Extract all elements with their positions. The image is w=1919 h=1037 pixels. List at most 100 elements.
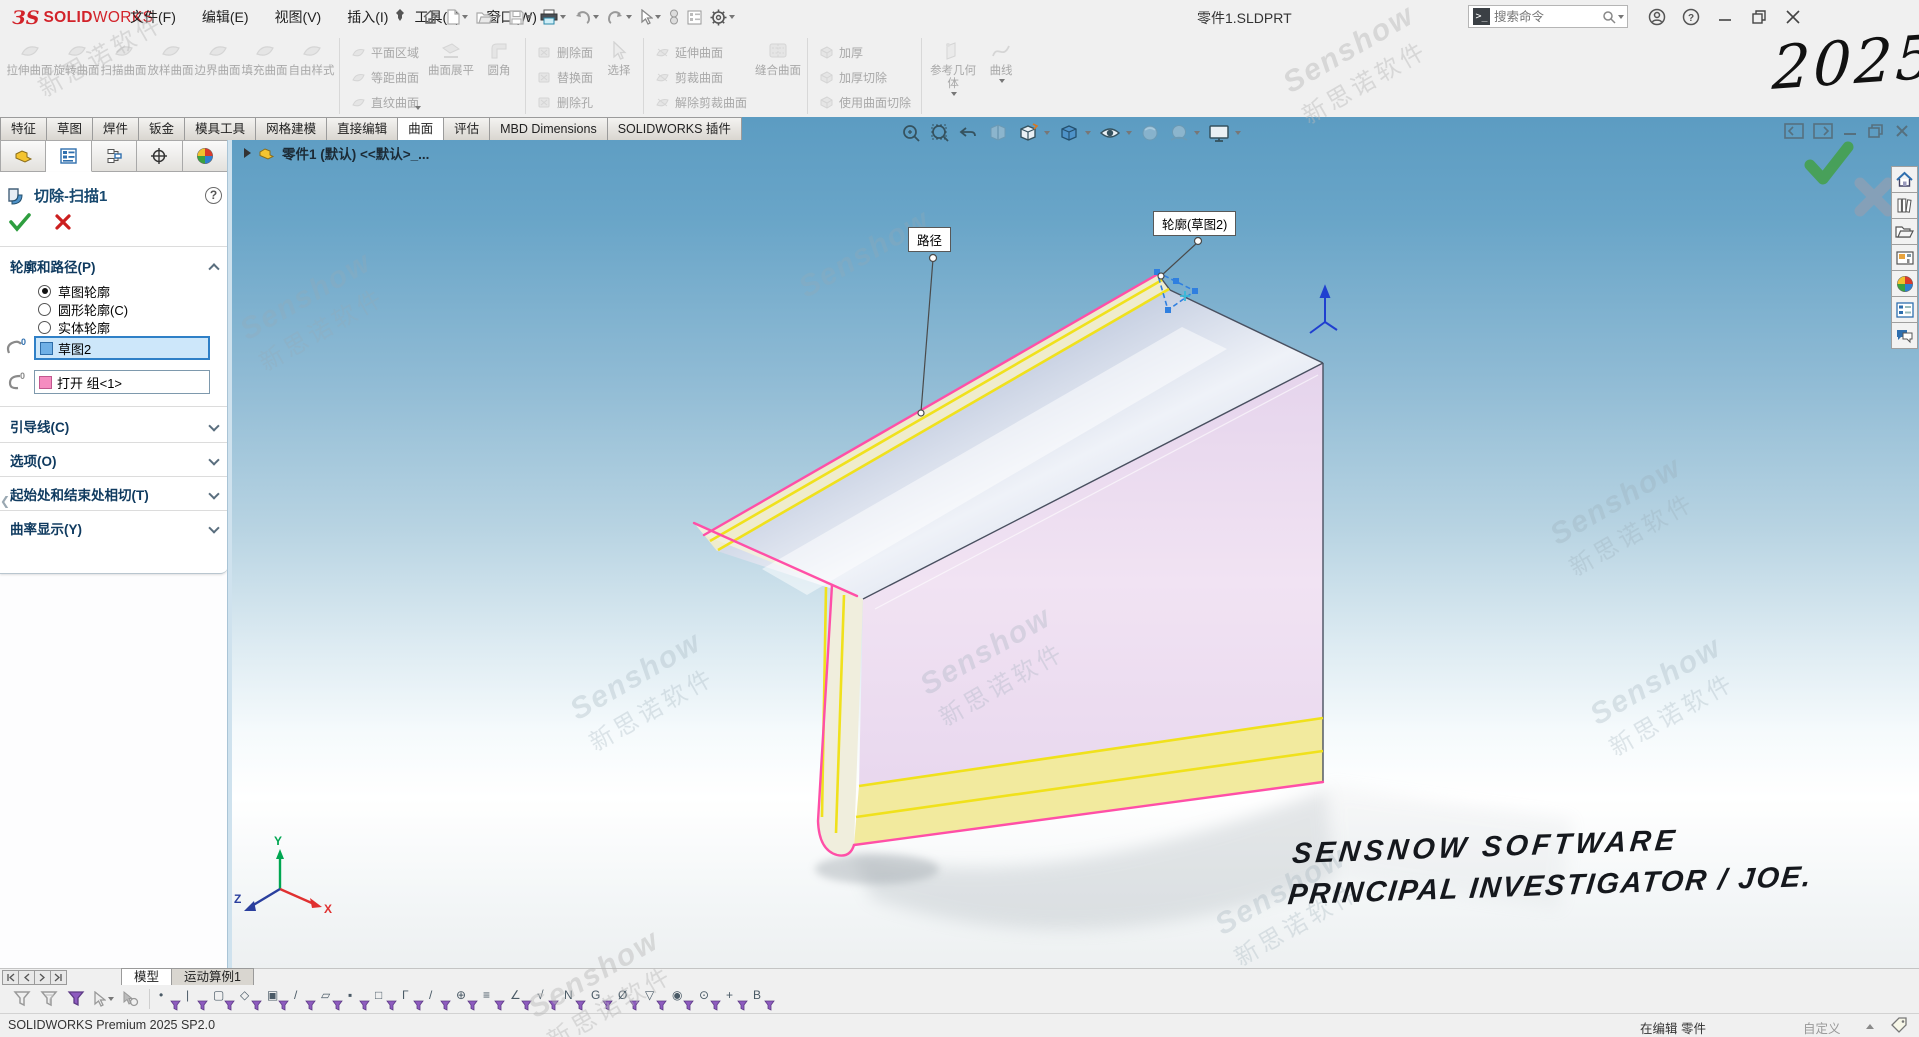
doc-restore-icon[interactable] xyxy=(1867,123,1885,142)
filter-multiple-icon[interactable] xyxy=(37,987,61,1011)
minimize-button[interactable] xyxy=(1708,2,1742,32)
command-tab[interactable]: 曲面 xyxy=(397,117,444,140)
radio-icon[interactable] xyxy=(38,321,51,334)
cancel-button[interactable] xyxy=(54,213,72,231)
file-explorer-icon[interactable] xyxy=(1891,218,1918,245)
filter-centerlines[interactable]: ≡ xyxy=(481,987,506,1011)
previous-view-icon[interactable] xyxy=(958,122,980,144)
view-settings-icon[interactable] xyxy=(1207,122,1241,144)
collapsed-section-header[interactable]: 引导线(C) xyxy=(0,412,228,440)
command-tab[interactable]: 焊件 xyxy=(92,117,139,140)
expand-icon[interactable] xyxy=(208,454,219,465)
filter-center-marks[interactable]: ⊕ xyxy=(454,987,479,1011)
pin-icon[interactable] xyxy=(393,8,407,27)
tree-root-label[interactable]: 零件1 (默认) <<默认>_... xyxy=(282,143,429,163)
status-arrow-icon[interactable] xyxy=(1866,1024,1874,1029)
customize-button[interactable]: 自定义 xyxy=(1803,1018,1841,1037)
menu-item[interactable]: 文件(F) xyxy=(117,0,189,34)
filter-notes[interactable]: N xyxy=(562,987,587,1011)
display-style-icon[interactable] xyxy=(1057,122,1091,144)
restore-button[interactable] xyxy=(1742,2,1776,32)
redo-icon[interactable] xyxy=(605,4,634,30)
confirm-ok-button[interactable] xyxy=(1800,135,1856,191)
design-library-icon[interactable] xyxy=(1891,192,1918,219)
section-profile-path[interactable]: 轮廓和路径(P) xyxy=(0,252,228,280)
collapsed-section-header[interactable]: 选项(O) xyxy=(0,446,228,474)
filter-vertices[interactable]: • xyxy=(157,987,182,1011)
print-icon[interactable] xyxy=(538,4,568,30)
command-tab[interactable]: SOLIDWORKS 插件 xyxy=(607,117,742,140)
filter-sketch-points[interactable]: ▪ xyxy=(346,987,371,1011)
search-input[interactable] xyxy=(1494,10,1602,24)
profile-field[interactable]: 草图2 xyxy=(34,336,210,360)
doc-close-icon[interactable] xyxy=(1894,123,1910,142)
expand-icon[interactable] xyxy=(208,420,219,431)
collapsed-section-header[interactable]: 起始处和结束处相切(T) xyxy=(0,480,228,508)
filter-axes[interactable]: / xyxy=(292,987,317,1011)
display-manager-icon[interactable] xyxy=(183,140,228,172)
property-manager-icon[interactable] xyxy=(46,140,91,172)
filter-surface-bodies[interactable]: ◇ xyxy=(238,987,263,1011)
command-tab[interactable]: 评估 xyxy=(443,117,490,140)
radio-option[interactable]: 草图轮廓 xyxy=(38,282,110,300)
select-cursor-icon[interactable] xyxy=(91,987,115,1011)
hide-show-items-icon[interactable] xyxy=(1098,122,1132,144)
next-tab-icon[interactable] xyxy=(34,970,51,985)
command-tab[interactable]: MBD Dimensions xyxy=(489,117,608,140)
help-icon[interactable]: ? xyxy=(1674,2,1708,32)
command-tab[interactable]: 钣金 xyxy=(138,117,185,140)
filter-connection-points[interactable]: ⊙ xyxy=(697,987,722,1011)
command-tab[interactable]: 草图 xyxy=(46,117,93,140)
filter-sketch-segments[interactable]: Γ xyxy=(400,987,425,1011)
filter-balloons[interactable]: ◉ xyxy=(670,987,695,1011)
expand-icon[interactable] xyxy=(208,522,219,533)
filter-blocks[interactable]: B xyxy=(751,987,776,1011)
tag-icon[interactable] xyxy=(1890,1017,1908,1036)
collapse-icon[interactable] xyxy=(208,263,219,274)
view-orientation-icon[interactable] xyxy=(1016,122,1050,144)
filter-solid-bodies[interactable]: ▣ xyxy=(265,987,290,1011)
dimxpert-icon[interactable] xyxy=(137,140,182,172)
user-account-icon[interactable] xyxy=(1640,2,1674,32)
apply-scene-icon[interactable] xyxy=(1168,122,1200,144)
zoom-area-icon[interactable] xyxy=(929,122,951,144)
menu-item[interactable]: 视图(V) xyxy=(262,0,335,34)
radio-icon[interactable] xyxy=(38,285,51,298)
panel-splitter[interactable] xyxy=(227,140,232,968)
panel-collapse-icon[interactable]: ❮ xyxy=(0,492,9,510)
expand-arrow-icon[interactable] xyxy=(244,148,251,158)
filter-faces[interactable]: ▢ xyxy=(211,987,236,1011)
zoom-fit-icon[interactable] xyxy=(900,122,922,144)
radio-option[interactable]: 圆形轮廓(C) xyxy=(38,300,128,318)
undo-icon[interactable] xyxy=(572,4,601,30)
properties-icon[interactable] xyxy=(685,4,704,30)
feature-tree-flyout[interactable]: 零件1 (默认) <<默认>_... xyxy=(244,143,429,163)
new-document-icon[interactable] xyxy=(445,4,470,30)
radio-option[interactable]: 实体轮廓 xyxy=(38,318,110,336)
graphics-viewport[interactable]: Senshow新思诺软件 Senshow新思诺软件 Senshow新思诺软件 S… xyxy=(232,117,1919,968)
first-tab-icon[interactable] xyxy=(2,970,19,985)
view-palette-icon[interactable] xyxy=(1891,244,1918,271)
custom-properties-icon[interactable] xyxy=(1891,296,1918,323)
command-search[interactable]: >_ xyxy=(1468,5,1628,28)
command-tab[interactable]: 直接编辑 xyxy=(326,117,398,140)
select-cursor-icon[interactable] xyxy=(638,4,663,30)
edit-appearance-icon[interactable] xyxy=(1139,122,1161,144)
collapsed-section-header[interactable]: 曲率显示(Y) xyxy=(0,514,228,542)
search-icon[interactable] xyxy=(1602,10,1624,24)
ribbon-overflow-arrow[interactable] xyxy=(415,106,421,110)
menu-item[interactable]: 插入(I) xyxy=(334,0,401,34)
toggle-selection-filter-icon[interactable] xyxy=(64,987,88,1011)
magnified-selection-icon[interactable] xyxy=(118,987,142,1011)
expand-icon[interactable] xyxy=(208,488,219,499)
home-icon[interactable] xyxy=(1891,166,1918,193)
path-field[interactable]: 打开 组<1> xyxy=(34,370,210,394)
home-icon[interactable] xyxy=(420,4,441,30)
model-tab[interactable]: 模型 xyxy=(121,968,172,985)
magnet-icon[interactable] xyxy=(667,4,681,30)
ok-button[interactable] xyxy=(8,212,32,232)
menu-item[interactable]: 编辑(E) xyxy=(189,0,262,34)
command-tab[interactable]: 模具工具 xyxy=(184,117,256,140)
radio-icon[interactable] xyxy=(38,303,51,316)
help-icon[interactable]: ? xyxy=(205,187,222,204)
